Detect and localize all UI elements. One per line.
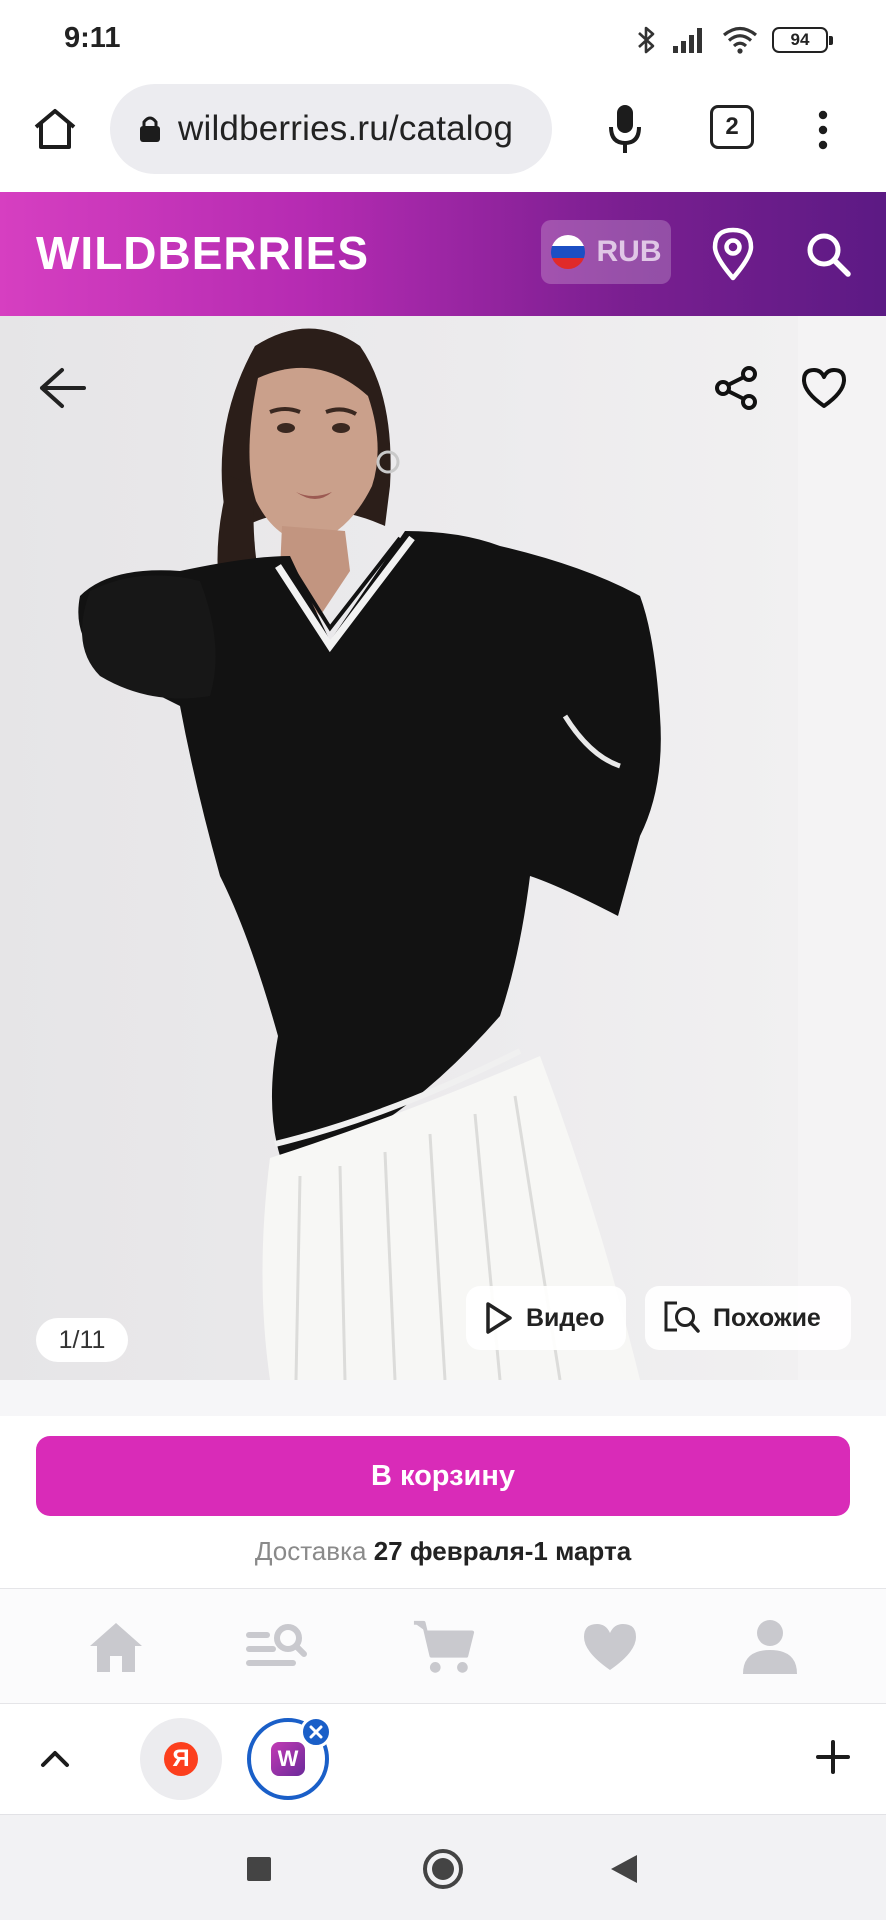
image-counter: 1/11 xyxy=(36,1318,128,1362)
wifi-icon xyxy=(722,26,758,54)
back-system-button[interactable] xyxy=(602,1847,646,1891)
next-photo-preview[interactable] xyxy=(798,316,886,1380)
home-system-button[interactable] xyxy=(421,1847,465,1891)
status-time: 9:11 xyxy=(64,22,121,54)
nav-profile[interactable] xyxy=(738,1615,802,1679)
recents-button[interactable] xyxy=(237,1847,281,1891)
tab-switcher-button[interactable]: 2 xyxy=(710,105,754,149)
home-icon xyxy=(90,1623,142,1672)
close-icon xyxy=(309,1725,323,1739)
divider xyxy=(0,1380,886,1416)
video-button[interactable]: Видео xyxy=(466,1286,626,1350)
location-button[interactable] xyxy=(708,226,758,282)
location-pin-icon xyxy=(712,227,754,281)
add-to-cart-button[interactable]: В корзину xyxy=(36,1436,850,1516)
chevron-up-icon xyxy=(41,1751,69,1767)
back-button[interactable] xyxy=(34,360,90,416)
tab-yandex[interactable]: Я xyxy=(140,1718,222,1800)
similar-label: Похожие xyxy=(713,1303,821,1332)
wildberries-logo[interactable]: WILDBERRIES xyxy=(36,226,369,280)
share-button[interactable] xyxy=(708,360,764,416)
favorites-icon xyxy=(584,1624,636,1670)
purchase-panel: В корзину Доставка 27 февраля-1 марта xyxy=(0,1416,886,1588)
delivery-info: Доставка 27 февраля-1 марта xyxy=(0,1536,886,1567)
nav-cart[interactable] xyxy=(412,1615,476,1679)
url-text: wildberries.ru/catalog xyxy=(178,109,514,148)
heart-icon xyxy=(802,368,846,408)
home-icon xyxy=(34,109,76,149)
bluetooth-icon xyxy=(638,26,655,54)
arrow-left-icon xyxy=(40,368,86,408)
currency-label: RUB xyxy=(596,235,662,268)
browser-home-button[interactable] xyxy=(26,100,84,158)
back-triangle-icon xyxy=(611,1855,637,1883)
voice-search-button[interactable] xyxy=(596,100,654,158)
signal-icon xyxy=(673,28,702,53)
profile-icon xyxy=(743,1620,797,1674)
status-bar: 9:11 94 xyxy=(0,0,886,80)
wildberries-logo-icon: W xyxy=(271,1742,305,1776)
site-bottom-nav xyxy=(0,1588,886,1704)
lock-icon xyxy=(140,116,160,142)
battery-icon: 94 xyxy=(772,27,833,53)
similar-search-icon xyxy=(664,1301,700,1333)
nav-home[interactable] xyxy=(84,1615,148,1679)
russia-flag-icon xyxy=(550,235,585,269)
product-gallery[interactable]: 1/11 Видео Похожие xyxy=(0,316,886,1380)
nav-favorites[interactable] xyxy=(578,1615,642,1679)
delivery-date: 27 февраля-1 марта xyxy=(373,1536,632,1566)
similar-products-button[interactable]: Похожие xyxy=(645,1286,851,1350)
address-bar[interactable]: wildberries.ru/catalog xyxy=(110,84,552,174)
status-icons: 94 xyxy=(636,22,833,58)
product-photo xyxy=(0,316,798,1380)
site-header: WILDBERRIES RUB xyxy=(0,192,886,316)
new-tab-button[interactable] xyxy=(810,1734,856,1780)
home-circle-icon xyxy=(423,1849,463,1889)
collapse-tabs-button[interactable] xyxy=(32,1736,78,1782)
share-icon xyxy=(715,366,757,410)
browser-menu-button[interactable] xyxy=(800,100,846,160)
catalog-search-icon xyxy=(246,1624,307,1666)
yandex-logo-icon: Я xyxy=(164,1742,198,1776)
search-icon xyxy=(807,233,851,277)
browser-tab-strip: Я W xyxy=(0,1704,886,1814)
cart-icon xyxy=(413,1620,475,1673)
close-tab-button[interactable] xyxy=(300,1716,332,1748)
more-vertical-icon xyxy=(818,110,828,150)
system-navigation-bar xyxy=(0,1814,886,1920)
search-button[interactable] xyxy=(800,226,856,282)
delivery-label: Доставка xyxy=(254,1536,367,1566)
play-icon xyxy=(486,1302,512,1334)
nav-catalog[interactable] xyxy=(244,1615,308,1679)
add-to-favorites-button[interactable] xyxy=(796,360,852,416)
microphone-icon xyxy=(609,105,641,153)
plus-icon xyxy=(816,1740,850,1774)
recents-square-icon xyxy=(247,1857,271,1881)
browser-toolbar: wildberries.ru/catalog 2 xyxy=(0,80,886,192)
video-label: Видео xyxy=(526,1303,605,1332)
currency-selector[interactable]: RUB xyxy=(541,220,671,284)
